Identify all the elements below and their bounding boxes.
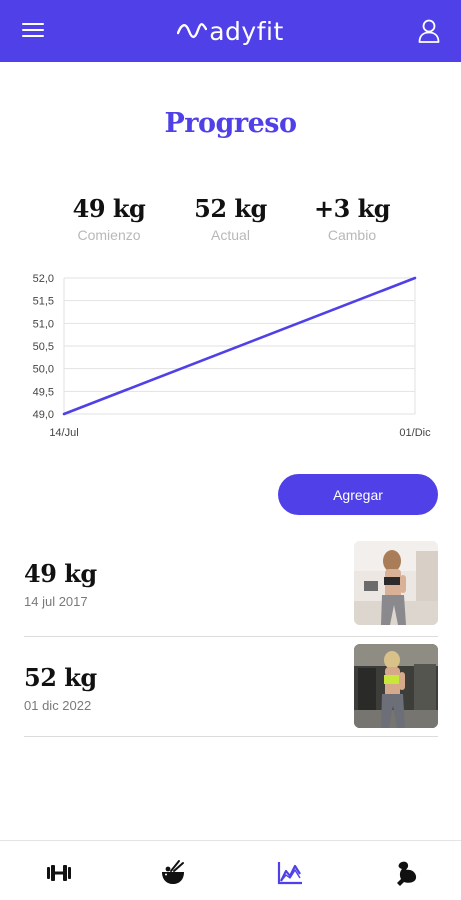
weight-summary: 49 kg Comienzo 52 kg Actual +3 kg Cambio [54, 194, 407, 243]
flexed-arm-icon[interactable] [391, 859, 421, 887]
y-tick-label: 52,0 [33, 273, 54, 285]
y-tick-label: 51,0 [33, 318, 54, 330]
stat-change-value: +3 kg [313, 194, 391, 223]
y-tick-label: 51,5 [33, 296, 54, 308]
entry-progress-photo[interactable] [354, 644, 438, 728]
stat-start-label: Comienzo [77, 227, 141, 243]
stat-current-label: Actual [211, 227, 250, 243]
stat-start-value: 49 kg [72, 194, 146, 223]
stat-start: 49 kg Comienzo [54, 194, 164, 243]
stat-change: +3 kg Cambio [297, 194, 407, 243]
stat-change-label: Cambio [327, 227, 377, 243]
y-tick-label: 49,0 [33, 409, 54, 421]
entry-date: 01 dic 2022 [24, 698, 92, 713]
weight-entry[interactable]: 52 kg 01 dic 2022 [24, 637, 438, 737]
weight-entry[interactable]: 49 kg 14 jul 2017 [24, 537, 438, 637]
x-tick-label: 14/Jul [49, 427, 78, 439]
brand-logo: adyfit [0, 13, 461, 49]
brand-wave-icon [177, 23, 208, 39]
brand-name: adyfit [209, 16, 284, 46]
y-tick-label: 49,5 [33, 386, 54, 398]
top-app-bar: adyfit [0, 0, 461, 62]
add-entry-button[interactable]: Agregar [278, 474, 438, 515]
food-bowl-icon[interactable] [158, 859, 188, 887]
y-tick-label: 50,5 [33, 341, 54, 353]
bottom-navigation [0, 840, 461, 900]
y-tick-label: 50,0 [33, 364, 54, 376]
weight-progress-chart: 49,0 49,5 50,0 50,5 51,0 51,5 52,0 14/Jul 01/Dic [33, 273, 432, 439]
dumbbell-icon[interactable] [44, 859, 74, 887]
stat-current: 52 kg Actual [176, 194, 286, 243]
stat-current-value: 52 kg [194, 194, 267, 223]
page-title: Progreso [164, 108, 297, 139]
progress-chart-icon[interactable] [275, 859, 305, 887]
entry-weight: 49 kg [24, 559, 97, 588]
entry-weight: 52 kg [24, 663, 97, 692]
entry-progress-photo[interactable] [354, 541, 438, 625]
x-tick-label: 01/Dic [399, 427, 431, 439]
user-profile-icon[interactable] [417, 18, 441, 44]
entry-date: 14 jul 2017 [24, 594, 88, 609]
